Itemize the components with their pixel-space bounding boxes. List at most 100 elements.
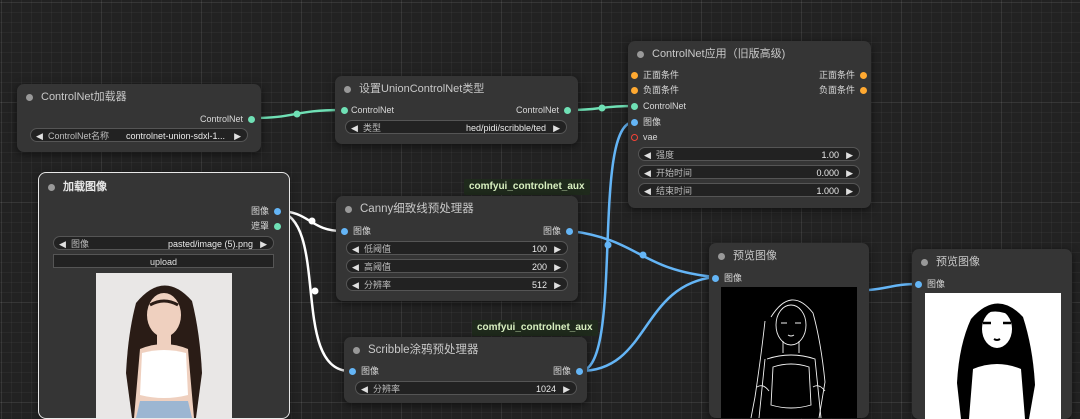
low-threshold-slider[interactable]: ◀ 低阈值 100 ▶ — [346, 241, 568, 255]
input-socket[interactable] — [341, 228, 348, 235]
node-title: ControlNet加载器 — [17, 84, 261, 110]
input-slot-controlnet[interactable]: ControlNet — [341, 103, 394, 117]
input-slot-image[interactable]: 图像 — [349, 364, 379, 378]
widget-label: 开始时间 — [656, 168, 693, 178]
load-image-node[interactable]: 加载图像 图像 遮罩 ◀ 图像 pasted/image (5).png ▶ u… — [38, 172, 290, 419]
increment-arrow-icon[interactable]: ▶ — [260, 237, 267, 251]
input-socket[interactable] — [631, 103, 638, 110]
node-title-text: 预览图像 — [733, 250, 777, 262]
upload-button[interactable]: upload — [53, 254, 274, 268]
wire-controlnet-loader-to-union — [252, 108, 343, 120]
output-slot-image[interactable]: 图像 — [251, 204, 281, 218]
decrement-arrow-icon[interactable]: ◀ — [352, 260, 359, 274]
resolution-slider[interactable]: ◀ 分辨率 512 ▶ — [346, 277, 568, 291]
widget-value: 0.000 — [816, 168, 839, 178]
input-socket[interactable] — [631, 87, 638, 94]
increment-arrow-icon[interactable]: ▶ — [563, 382, 570, 396]
node-title: ControlNet应用（旧版高级) — [628, 41, 871, 67]
increment-arrow-icon[interactable]: ▶ — [554, 260, 561, 274]
decrement-arrow-icon[interactable]: ◀ — [361, 382, 368, 396]
decrement-arrow-icon[interactable]: ◀ — [351, 121, 358, 135]
decrement-arrow-icon[interactable]: ◀ — [352, 278, 359, 292]
input-slot-image[interactable]: 图像 — [915, 277, 945, 291]
end-percent-slider[interactable]: ◀ 结束时间 1.000 ▶ — [638, 183, 860, 197]
controlnet-name-combo[interactable]: ◀ ControlNet名称 controlnet-union-sdxl-1..… — [30, 128, 248, 142]
widget-label: 低阈值 — [364, 244, 392, 254]
input-socket[interactable] — [915, 281, 922, 288]
output-socket[interactable] — [566, 228, 573, 235]
input-slot-vae[interactable]: vae — [631, 130, 658, 144]
input-slot-image[interactable]: 图像 — [631, 115, 661, 129]
increment-arrow-icon[interactable]: ▶ — [234, 129, 241, 143]
increment-arrow-icon[interactable]: ▶ — [553, 121, 560, 135]
input-slot-controlnet[interactable]: ControlNet — [631, 99, 686, 113]
high-threshold-slider[interactable]: ◀ 高阈值 200 ▶ — [346, 259, 568, 273]
decrement-arrow-icon[interactable]: ◀ — [36, 129, 43, 143]
input-label: ControlNet — [643, 101, 687, 111]
output-socket[interactable] — [860, 72, 867, 79]
output-slot-image[interactable]: 图像 — [553, 364, 583, 378]
input-socket[interactable] — [631, 119, 638, 126]
increment-arrow-icon[interactable]: ▶ — [846, 148, 853, 162]
decrement-arrow-icon[interactable]: ◀ — [644, 166, 651, 180]
union-controlnet-type-node[interactable]: 设置UnionControlNet类型 ControlNet ControlNe… — [335, 76, 578, 144]
input-slot-negative[interactable]: 负面条件 — [631, 83, 679, 97]
widget-value: 1.000 — [816, 186, 839, 196]
input-socket[interactable] — [341, 107, 348, 114]
input-socket[interactable] — [631, 134, 638, 141]
widget-value: 100 — [531, 244, 547, 254]
output-socket[interactable] — [564, 107, 571, 114]
node-title: 预览图像 — [709, 243, 869, 269]
canny-preprocessor-node[interactable]: Canny细致线预处理器 图像 图像 ◀ 低阈值 100 ▶ ◀ 高阈值 200… — [336, 196, 578, 301]
canny-source-badge: comfyui_controlnet_aux — [464, 179, 590, 195]
output-socket[interactable] — [274, 208, 281, 215]
output-slot-controlnet[interactable]: ControlNet — [93, 112, 255, 126]
type-combo[interactable]: ◀ 类型 hed/pidi/scribble/ted ▶ — [345, 120, 567, 134]
increment-arrow-icon[interactable]: ▶ — [554, 278, 561, 292]
output-slot-controlnet[interactable]: ControlNet — [516, 103, 571, 117]
wire-scribble-to-preview1 — [578, 275, 717, 373]
controlnet-apply-node[interactable]: ControlNet应用（旧版高级) 正面条件 负面条件 ControlNet … — [628, 41, 871, 208]
start-percent-slider[interactable]: ◀ 开始时间 0.000 ▶ — [638, 165, 860, 179]
decrement-arrow-icon[interactable]: ◀ — [352, 242, 359, 256]
output-socket[interactable] — [248, 116, 255, 123]
output-slot-image[interactable]: 图像 — [543, 224, 573, 238]
node-title: Canny细致线预处理器 — [336, 196, 578, 222]
output-socket[interactable] — [576, 368, 583, 375]
input-label: ControlNet — [351, 105, 395, 115]
wire-midpoint — [311, 287, 319, 295]
controlnet-loader-node[interactable]: ControlNet加载器 ControlNet ◀ ControlNet名称 … — [17, 84, 261, 152]
widget-label: 分辨率 — [373, 384, 401, 394]
strength-slider[interactable]: ◀ 强度 1.00 ▶ — [638, 147, 860, 161]
input-slot-image[interactable]: 图像 — [341, 224, 371, 238]
node-title-text: ControlNet应用（旧版高级) — [652, 48, 786, 60]
preview-image-node-1[interactable]: 预览图像 图像 — [709, 243, 869, 418]
scribble-preprocessor-node[interactable]: Scribble涂鸦预处理器 图像 图像 ◀ 分辨率 1024 ▶ — [344, 337, 587, 403]
resolution-slider[interactable]: ◀ 分辨率 1024 ▶ — [355, 381, 577, 395]
increment-arrow-icon[interactable]: ▶ — [846, 166, 853, 180]
decrement-arrow-icon[interactable]: ◀ — [644, 148, 651, 162]
output-socket[interactable] — [274, 223, 281, 230]
node-status-dot — [344, 86, 351, 93]
input-socket[interactable] — [631, 72, 638, 79]
widget-label: 高阈值 — [364, 262, 392, 272]
image-file-combo[interactable]: ◀ 图像 pasted/image (5).png ▶ — [53, 236, 274, 250]
wire-midpoint — [639, 251, 647, 259]
node-title-text: ControlNet加载器 — [41, 91, 127, 103]
decrement-arrow-icon[interactable]: ◀ — [59, 237, 66, 251]
output-slot-mask[interactable]: 遮罩 — [251, 219, 281, 233]
decrement-arrow-icon[interactable]: ◀ — [644, 184, 651, 198]
widget-value: hed/pidi/scribble/ted — [465, 123, 546, 133]
output-slot-positive[interactable]: 正面条件 — [819, 68, 867, 82]
output-label: 遮罩 — [250, 221, 269, 231]
input-slot-positive[interactable]: 正面条件 — [631, 68, 679, 82]
input-slot-image[interactable]: 图像 — [712, 271, 742, 285]
preview-image-node-2[interactable]: 预览图像 图像 — [912, 249, 1072, 419]
increment-arrow-icon[interactable]: ▶ — [846, 184, 853, 198]
increment-arrow-icon[interactable]: ▶ — [554, 242, 561, 256]
input-socket[interactable] — [349, 368, 356, 375]
output-socket[interactable] — [860, 87, 867, 94]
input-socket[interactable] — [712, 275, 719, 282]
output-slot-negative[interactable]: 负面条件 — [819, 83, 867, 97]
node-title-text: Scribble涂鸦预处理器 — [368, 344, 479, 356]
